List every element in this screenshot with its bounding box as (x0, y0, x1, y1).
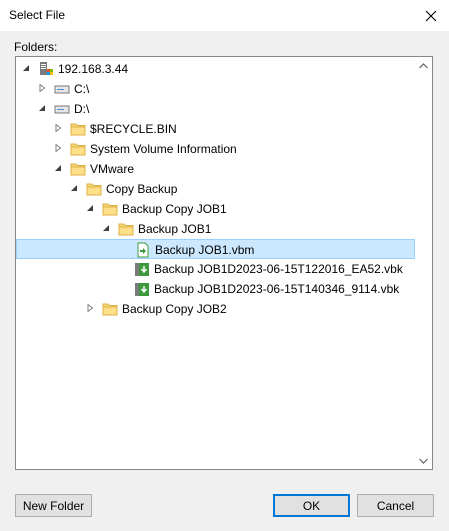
expanded-arrow-icon[interactable] (69, 183, 79, 193)
folder-icon (102, 301, 118, 317)
tree-node-label: D:\ (74, 102, 90, 116)
tree-node-label: Backup Copy JOB1 (122, 202, 227, 216)
close-icon (425, 10, 437, 21)
folder-icon (86, 181, 102, 197)
expanded-arrow-icon[interactable] (53, 163, 63, 173)
folder-tree[interactable]: 192.168.3.44 C:\ D:\ $RECYCLE.BIN System Vol… (15, 56, 433, 470)
tree-node-label: 192.168.3.44 (58, 62, 129, 76)
folder-icon (70, 141, 86, 157)
tree-node[interactable]: Backup JOB1D2023-06-15T140346_9114.vbk (16, 279, 415, 299)
tree-node-label: $RECYCLE.BIN (90, 122, 177, 136)
tree-node-label: Backup JOB1D2023-06-15T140346_9114.vbk (154, 282, 400, 296)
folder-icon (118, 221, 134, 237)
scroll-down-button[interactable] (415, 452, 432, 469)
drive-icon (54, 101, 70, 117)
tree-node[interactable]: $RECYCLE.BIN (16, 119, 415, 139)
close-button[interactable] (413, 0, 449, 31)
tree-node[interactable]: Copy Backup (16, 179, 415, 199)
expanded-arrow-icon[interactable] (37, 103, 47, 113)
vertical-scrollbar[interactable] (415, 57, 432, 469)
drive-icon (54, 81, 70, 97)
title-bar: Select File (0, 0, 449, 31)
tree-node-label: Copy Backup (106, 182, 178, 196)
tree-node-label: Backup Copy JOB2 (122, 302, 227, 316)
tree-node[interactable]: Backup JOB1.vbm (16, 239, 415, 259)
collapsed-arrow-icon[interactable] (85, 303, 95, 313)
chevron-down-icon (419, 458, 428, 464)
tree-node-label: System Volume Information (90, 142, 237, 156)
folder-icon (102, 201, 118, 217)
folder-icon (70, 161, 86, 177)
collapsed-arrow-icon[interactable] (53, 123, 63, 133)
scroll-up-button[interactable] (415, 57, 432, 74)
tree-node-label: VMware (90, 162, 135, 176)
collapsed-arrow-icon[interactable] (37, 83, 47, 93)
expanded-arrow-icon[interactable] (85, 203, 95, 213)
expanded-arrow-icon[interactable] (21, 63, 31, 73)
tree-node[interactable]: C:\ (16, 79, 415, 99)
folder-icon (70, 121, 86, 137)
collapsed-arrow-icon[interactable] (53, 143, 63, 153)
tree-node-label: C:\ (74, 82, 90, 96)
tree-node[interactable]: 192.168.3.44 (16, 59, 415, 79)
tree-node-label: Backup JOB1D2023-06-15T122016_EA52.vbk (154, 262, 403, 276)
folder-tree-rows: 192.168.3.44 C:\ D:\ $RECYCLE.BIN System Vol… (16, 57, 415, 469)
vbk-file-icon (134, 261, 150, 277)
chevron-up-icon (419, 62, 428, 68)
expanded-arrow-icon[interactable] (101, 223, 111, 233)
ok-button[interactable]: OK (273, 494, 350, 517)
vbk-file-icon (134, 281, 150, 297)
folders-label: Folders: (14, 40, 58, 54)
server-icon (38, 61, 54, 77)
window-title: Select File (9, 8, 66, 22)
tree-node[interactable]: System Volume Information (16, 139, 415, 159)
tree-node-label: Backup JOB1.vbm (155, 243, 255, 257)
tree-node[interactable]: VMware (16, 159, 415, 179)
tree-node[interactable]: Backup Copy JOB1 (16, 199, 415, 219)
vbm-file-icon (135, 242, 151, 258)
tree-node[interactable]: D:\ (16, 99, 415, 119)
tree-node-label: Backup JOB1 (138, 222, 212, 236)
tree-node[interactable]: Backup Copy JOB2 (16, 299, 415, 319)
tree-node[interactable]: Backup JOB1D2023-06-15T122016_EA52.vbk (16, 259, 415, 279)
cancel-button[interactable]: Cancel (357, 494, 434, 517)
new-folder-button[interactable]: New Folder (15, 494, 92, 517)
tree-node[interactable]: Backup JOB1 (16, 219, 415, 239)
